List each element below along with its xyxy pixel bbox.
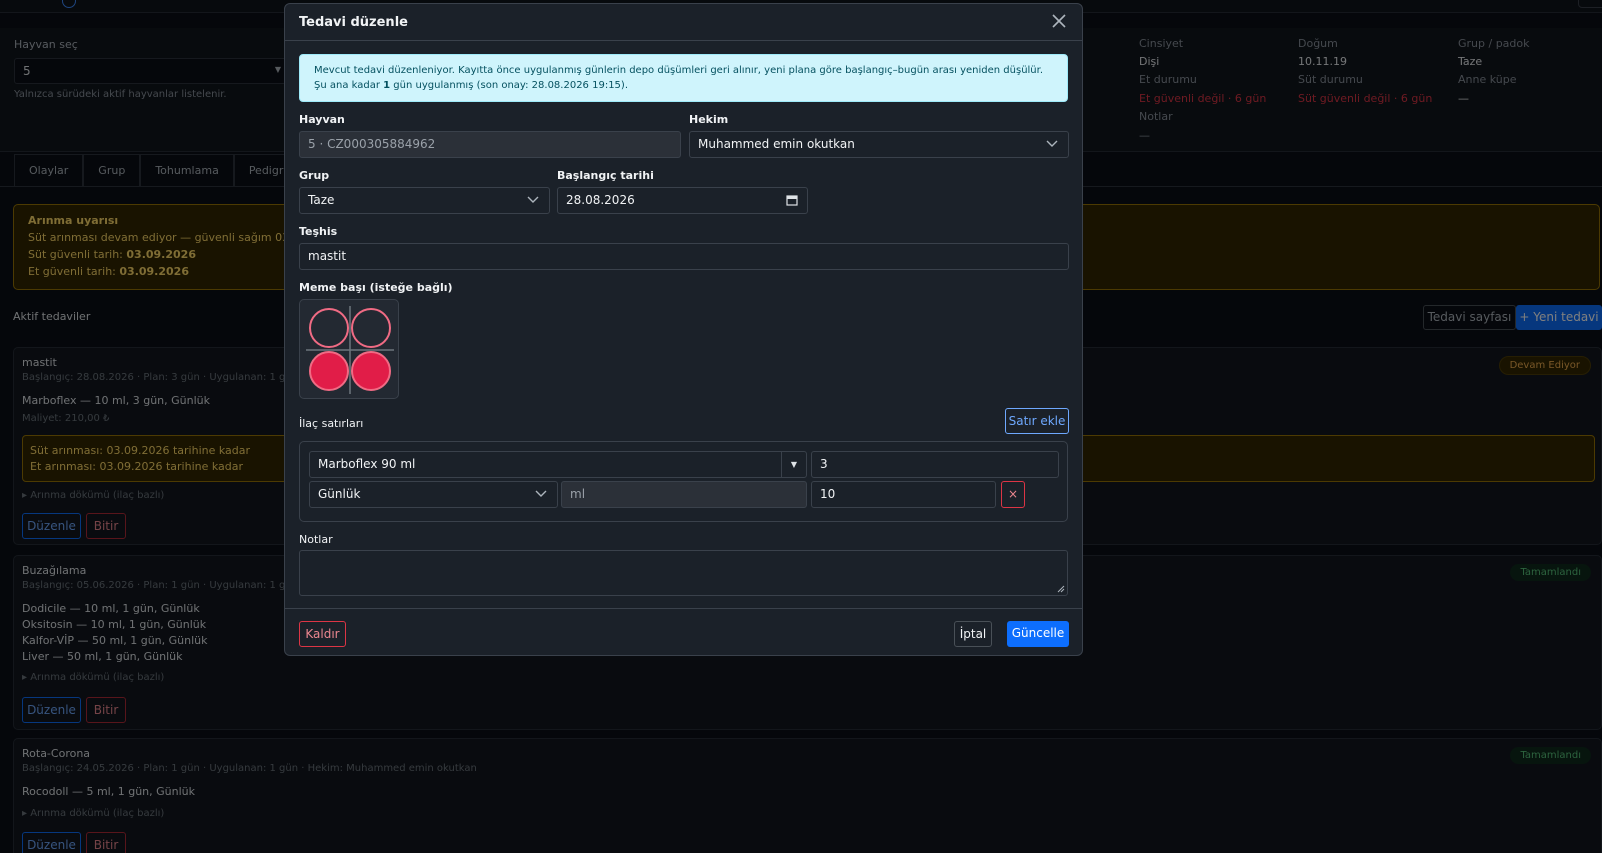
dose-input[interactable]: 10: [811, 481, 996, 508]
group-select-value: Taze: [308, 193, 335, 207]
group-label: Grup: [299, 169, 330, 182]
edit-info-alert: Mevcut tedavi düzenleniyor. Kayıtta önce…: [299, 54, 1068, 102]
remove-treatment-button[interactable]: Kaldır: [299, 621, 346, 647]
close-icon[interactable]: [1049, 11, 1069, 31]
chevron-down-icon: ▼: [781, 452, 806, 477]
chevron-down-icon: [1046, 140, 1058, 147]
drug-select-value: Marboflex 90 ml: [318, 457, 416, 471]
update-button[interactable]: Güncelle: [1007, 621, 1069, 647]
teat-rear-left[interactable]: [309, 351, 349, 391]
days-input[interactable]: 3: [811, 451, 1059, 478]
vet-select[interactable]: Muhammed emin okutkan: [689, 131, 1069, 158]
drug-select[interactable]: Marboflex 90 ml ▼: [309, 451, 807, 478]
drug-lines-label: İlaç satırları: [299, 417, 364, 430]
notes-label: Notlar: [299, 533, 333, 546]
teat-front-left[interactable]: [309, 308, 349, 348]
vet-label: Hekim: [689, 113, 729, 126]
animal-label: Hayvan: [299, 113, 345, 126]
start-date-input[interactable]: 28.08.2026: [557, 187, 808, 214]
teat-front-right[interactable]: [351, 308, 391, 348]
start-date-value: 28.08.2026: [566, 193, 635, 207]
modal-title: Tedavi düzenle: [299, 15, 408, 30]
notes-textarea[interactable]: [299, 550, 1068, 596]
chevron-down-icon: [527, 196, 539, 203]
start-date-label: Başlangıç tarihi: [557, 169, 654, 182]
resize-handle-icon[interactable]: [1057, 585, 1065, 593]
group-select[interactable]: Taze: [299, 187, 550, 214]
teat-rear-right[interactable]: [351, 351, 391, 391]
teat-selector: [299, 299, 399, 399]
remove-row-button[interactable]: ×: [1001, 481, 1025, 508]
animal-field: 5 · CZ000305884962: [299, 131, 681, 158]
unit-field: ml: [561, 481, 807, 508]
diagnosis-input[interactable]: mastit: [299, 243, 1069, 270]
edit-treatment-modal: Tedavi düzenle Mevcut tedavi düzenleniyo…: [284, 3, 1083, 656]
vet-select-value: Muhammed emin okutkan: [698, 137, 855, 151]
modal-header: Tedavi düzenle: [285, 4, 1082, 41]
frequency-value: Günlük: [318, 487, 361, 501]
modal-footer: [285, 608, 1082, 609]
calendar-icon[interactable]: [786, 194, 798, 206]
frequency-select[interactable]: Günlük: [309, 481, 558, 508]
diagnosis-label: Teşhis: [299, 225, 338, 238]
teat-label: Meme başı (isteğe bağlı): [299, 281, 453, 294]
cancel-button[interactable]: İptal: [954, 621, 992, 647]
udder-diagram: [306, 306, 394, 394]
chevron-down-icon: [535, 490, 547, 497]
add-row-button[interactable]: Satır ekle: [1005, 408, 1069, 434]
